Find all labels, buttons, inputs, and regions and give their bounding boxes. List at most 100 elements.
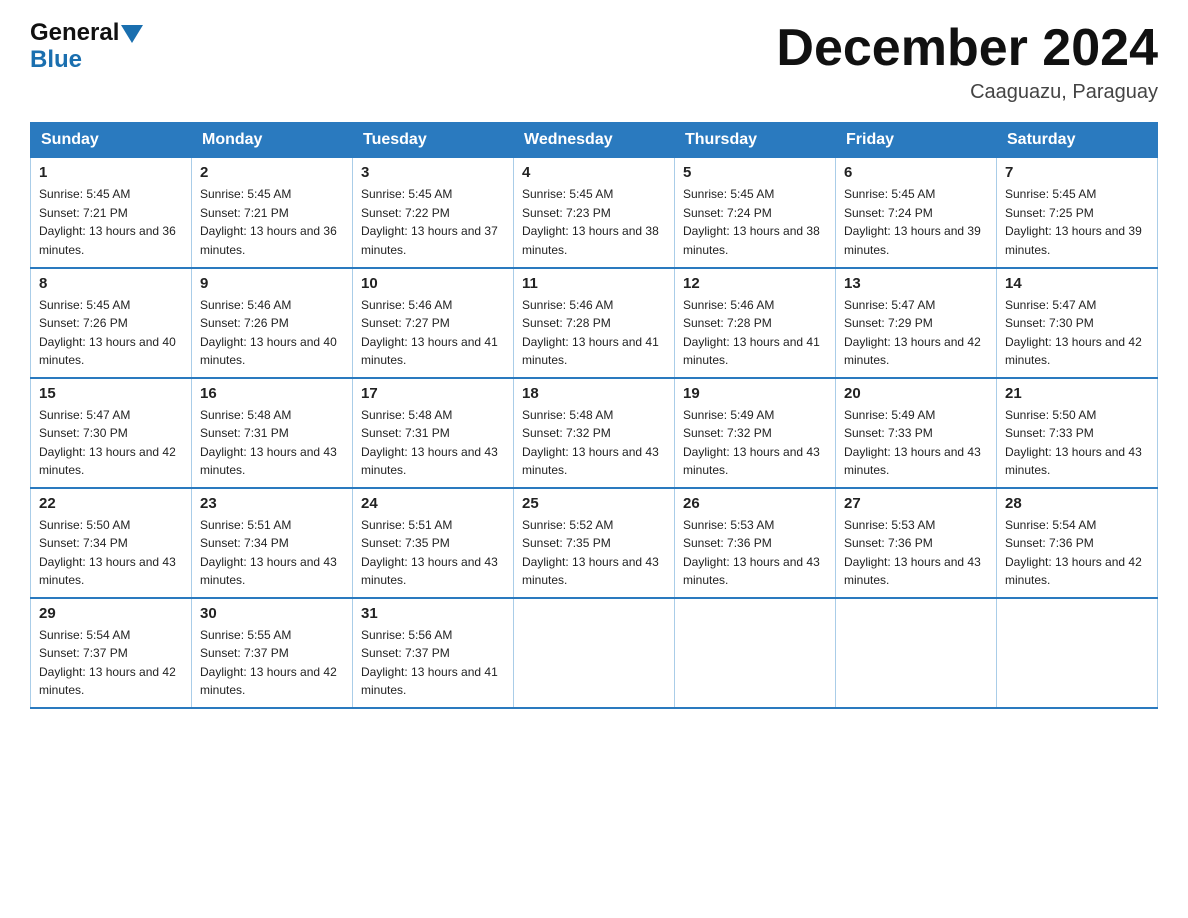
day-number: 28 [1005,495,1149,512]
day-number: 20 [844,385,988,402]
daylight-label: Daylight: 13 hours and 43 minutes. [683,445,820,478]
day-number: 26 [683,495,827,512]
day-number: 23 [200,495,344,512]
sunset-label: Sunset: 7:36 PM [683,536,772,550]
table-row: 10 Sunrise: 5:46 AM Sunset: 7:27 PM Dayl… [353,268,514,378]
day-number: 15 [39,385,183,402]
table-row: 29 Sunrise: 5:54 AM Sunset: 7:37 PM Dayl… [31,598,192,708]
calendar-header-row: Sunday Monday Tuesday Wednesday Thursday… [31,123,1158,158]
sunset-label: Sunset: 7:35 PM [361,536,450,550]
day-number: 21 [1005,385,1149,402]
day-info: Sunrise: 5:51 AM Sunset: 7:35 PM Dayligh… [361,516,505,590]
daylight-label: Daylight: 13 hours and 43 minutes. [1005,445,1142,478]
day-number: 14 [1005,275,1149,292]
table-row: 24 Sunrise: 5:51 AM Sunset: 7:35 PM Dayl… [353,488,514,598]
day-info: Sunrise: 5:47 AM Sunset: 7:30 PM Dayligh… [1005,296,1149,370]
day-info: Sunrise: 5:53 AM Sunset: 7:36 PM Dayligh… [844,516,988,590]
sunset-label: Sunset: 7:33 PM [844,426,933,440]
sunset-label: Sunset: 7:30 PM [39,426,128,440]
sunrise-label: Sunrise: 5:45 AM [844,187,935,201]
sunrise-label: Sunrise: 5:53 AM [844,518,935,532]
day-number: 10 [361,275,505,292]
table-row: 5 Sunrise: 5:45 AM Sunset: 7:24 PM Dayli… [675,158,836,268]
logo: General Blue [30,20,143,74]
sunrise-label: Sunrise: 5:46 AM [200,298,291,312]
sunset-label: Sunset: 7:35 PM [522,536,611,550]
sunset-label: Sunset: 7:25 PM [1005,206,1094,220]
sunrise-label: Sunrise: 5:47 AM [39,408,130,422]
day-number: 24 [361,495,505,512]
table-row: 22 Sunrise: 5:50 AM Sunset: 7:34 PM Dayl… [31,488,192,598]
daylight-label: Daylight: 13 hours and 42 minutes. [200,665,337,698]
day-info: Sunrise: 5:55 AM Sunset: 7:37 PM Dayligh… [200,626,344,700]
daylight-label: Daylight: 13 hours and 43 minutes. [522,555,659,588]
table-row: 17 Sunrise: 5:48 AM Sunset: 7:31 PM Dayl… [353,378,514,488]
daylight-label: Daylight: 13 hours and 37 minutes. [361,224,498,257]
day-number: 27 [844,495,988,512]
day-info: Sunrise: 5:51 AM Sunset: 7:34 PM Dayligh… [200,516,344,590]
day-info: Sunrise: 5:50 AM Sunset: 7:33 PM Dayligh… [1005,406,1149,480]
table-row [997,598,1158,708]
sunrise-label: Sunrise: 5:45 AM [1005,187,1096,201]
sunrise-label: Sunrise: 5:45 AM [522,187,613,201]
day-number: 8 [39,275,183,292]
table-row: 9 Sunrise: 5:46 AM Sunset: 7:26 PM Dayli… [192,268,353,378]
sunset-label: Sunset: 7:27 PM [361,316,450,330]
table-row: 4 Sunrise: 5:45 AM Sunset: 7:23 PM Dayli… [514,158,675,268]
logo-blue: Blue [30,46,82,74]
calendar-table: Sunday Monday Tuesday Wednesday Thursday… [30,122,1158,709]
day-info: Sunrise: 5:45 AM Sunset: 7:21 PM Dayligh… [39,185,183,259]
table-row: 1 Sunrise: 5:45 AM Sunset: 7:21 PM Dayli… [31,158,192,268]
sunrise-label: Sunrise: 5:45 AM [683,187,774,201]
sunrise-label: Sunrise: 5:50 AM [39,518,130,532]
sunset-label: Sunset: 7:31 PM [361,426,450,440]
sunset-label: Sunset: 7:24 PM [844,206,933,220]
day-info: Sunrise: 5:45 AM Sunset: 7:24 PM Dayligh… [683,185,827,259]
sunset-label: Sunset: 7:21 PM [200,206,289,220]
day-number: 16 [200,385,344,402]
table-row: 2 Sunrise: 5:45 AM Sunset: 7:21 PM Dayli… [192,158,353,268]
sunrise-label: Sunrise: 5:45 AM [361,187,452,201]
sunrise-label: Sunrise: 5:51 AM [361,518,452,532]
daylight-label: Daylight: 13 hours and 39 minutes. [844,224,981,257]
day-number: 22 [39,495,183,512]
day-info: Sunrise: 5:45 AM Sunset: 7:24 PM Dayligh… [844,185,988,259]
day-number: 25 [522,495,666,512]
sunset-label: Sunset: 7:36 PM [844,536,933,550]
day-info: Sunrise: 5:53 AM Sunset: 7:36 PM Dayligh… [683,516,827,590]
sunset-label: Sunset: 7:26 PM [39,316,128,330]
daylight-label: Daylight: 13 hours and 41 minutes. [361,665,498,698]
day-info: Sunrise: 5:46 AM Sunset: 7:27 PM Dayligh… [361,296,505,370]
table-row: 6 Sunrise: 5:45 AM Sunset: 7:24 PM Dayli… [836,158,997,268]
table-row: 19 Sunrise: 5:49 AM Sunset: 7:32 PM Dayl… [675,378,836,488]
logo-general: General [30,20,119,46]
day-number: 6 [844,164,988,181]
day-info: Sunrise: 5:56 AM Sunset: 7:37 PM Dayligh… [361,626,505,700]
table-row [675,598,836,708]
day-number: 17 [361,385,505,402]
sunset-label: Sunset: 7:28 PM [683,316,772,330]
table-row: 13 Sunrise: 5:47 AM Sunset: 7:29 PM Dayl… [836,268,997,378]
sunrise-label: Sunrise: 5:45 AM [39,187,130,201]
header-thursday: Thursday [675,123,836,158]
daylight-label: Daylight: 13 hours and 42 minutes. [844,335,981,368]
day-number: 30 [200,605,344,622]
day-number: 13 [844,275,988,292]
logo-triangle-icon [121,25,143,43]
sunset-label: Sunset: 7:32 PM [522,426,611,440]
sunset-label: Sunset: 7:34 PM [200,536,289,550]
sunrise-label: Sunrise: 5:52 AM [522,518,613,532]
header-friday: Friday [836,123,997,158]
sunrise-label: Sunrise: 5:46 AM [522,298,613,312]
day-info: Sunrise: 5:47 AM Sunset: 7:29 PM Dayligh… [844,296,988,370]
table-row: 28 Sunrise: 5:54 AM Sunset: 7:36 PM Dayl… [997,488,1158,598]
daylight-label: Daylight: 13 hours and 36 minutes. [200,224,337,257]
daylight-label: Daylight: 13 hours and 42 minutes. [1005,335,1142,368]
day-number: 2 [200,164,344,181]
sunset-label: Sunset: 7:24 PM [683,206,772,220]
day-info: Sunrise: 5:45 AM Sunset: 7:21 PM Dayligh… [200,185,344,259]
sunrise-label: Sunrise: 5:51 AM [200,518,291,532]
sunrise-label: Sunrise: 5:49 AM [683,408,774,422]
day-number: 9 [200,275,344,292]
sunset-label: Sunset: 7:37 PM [200,646,289,660]
